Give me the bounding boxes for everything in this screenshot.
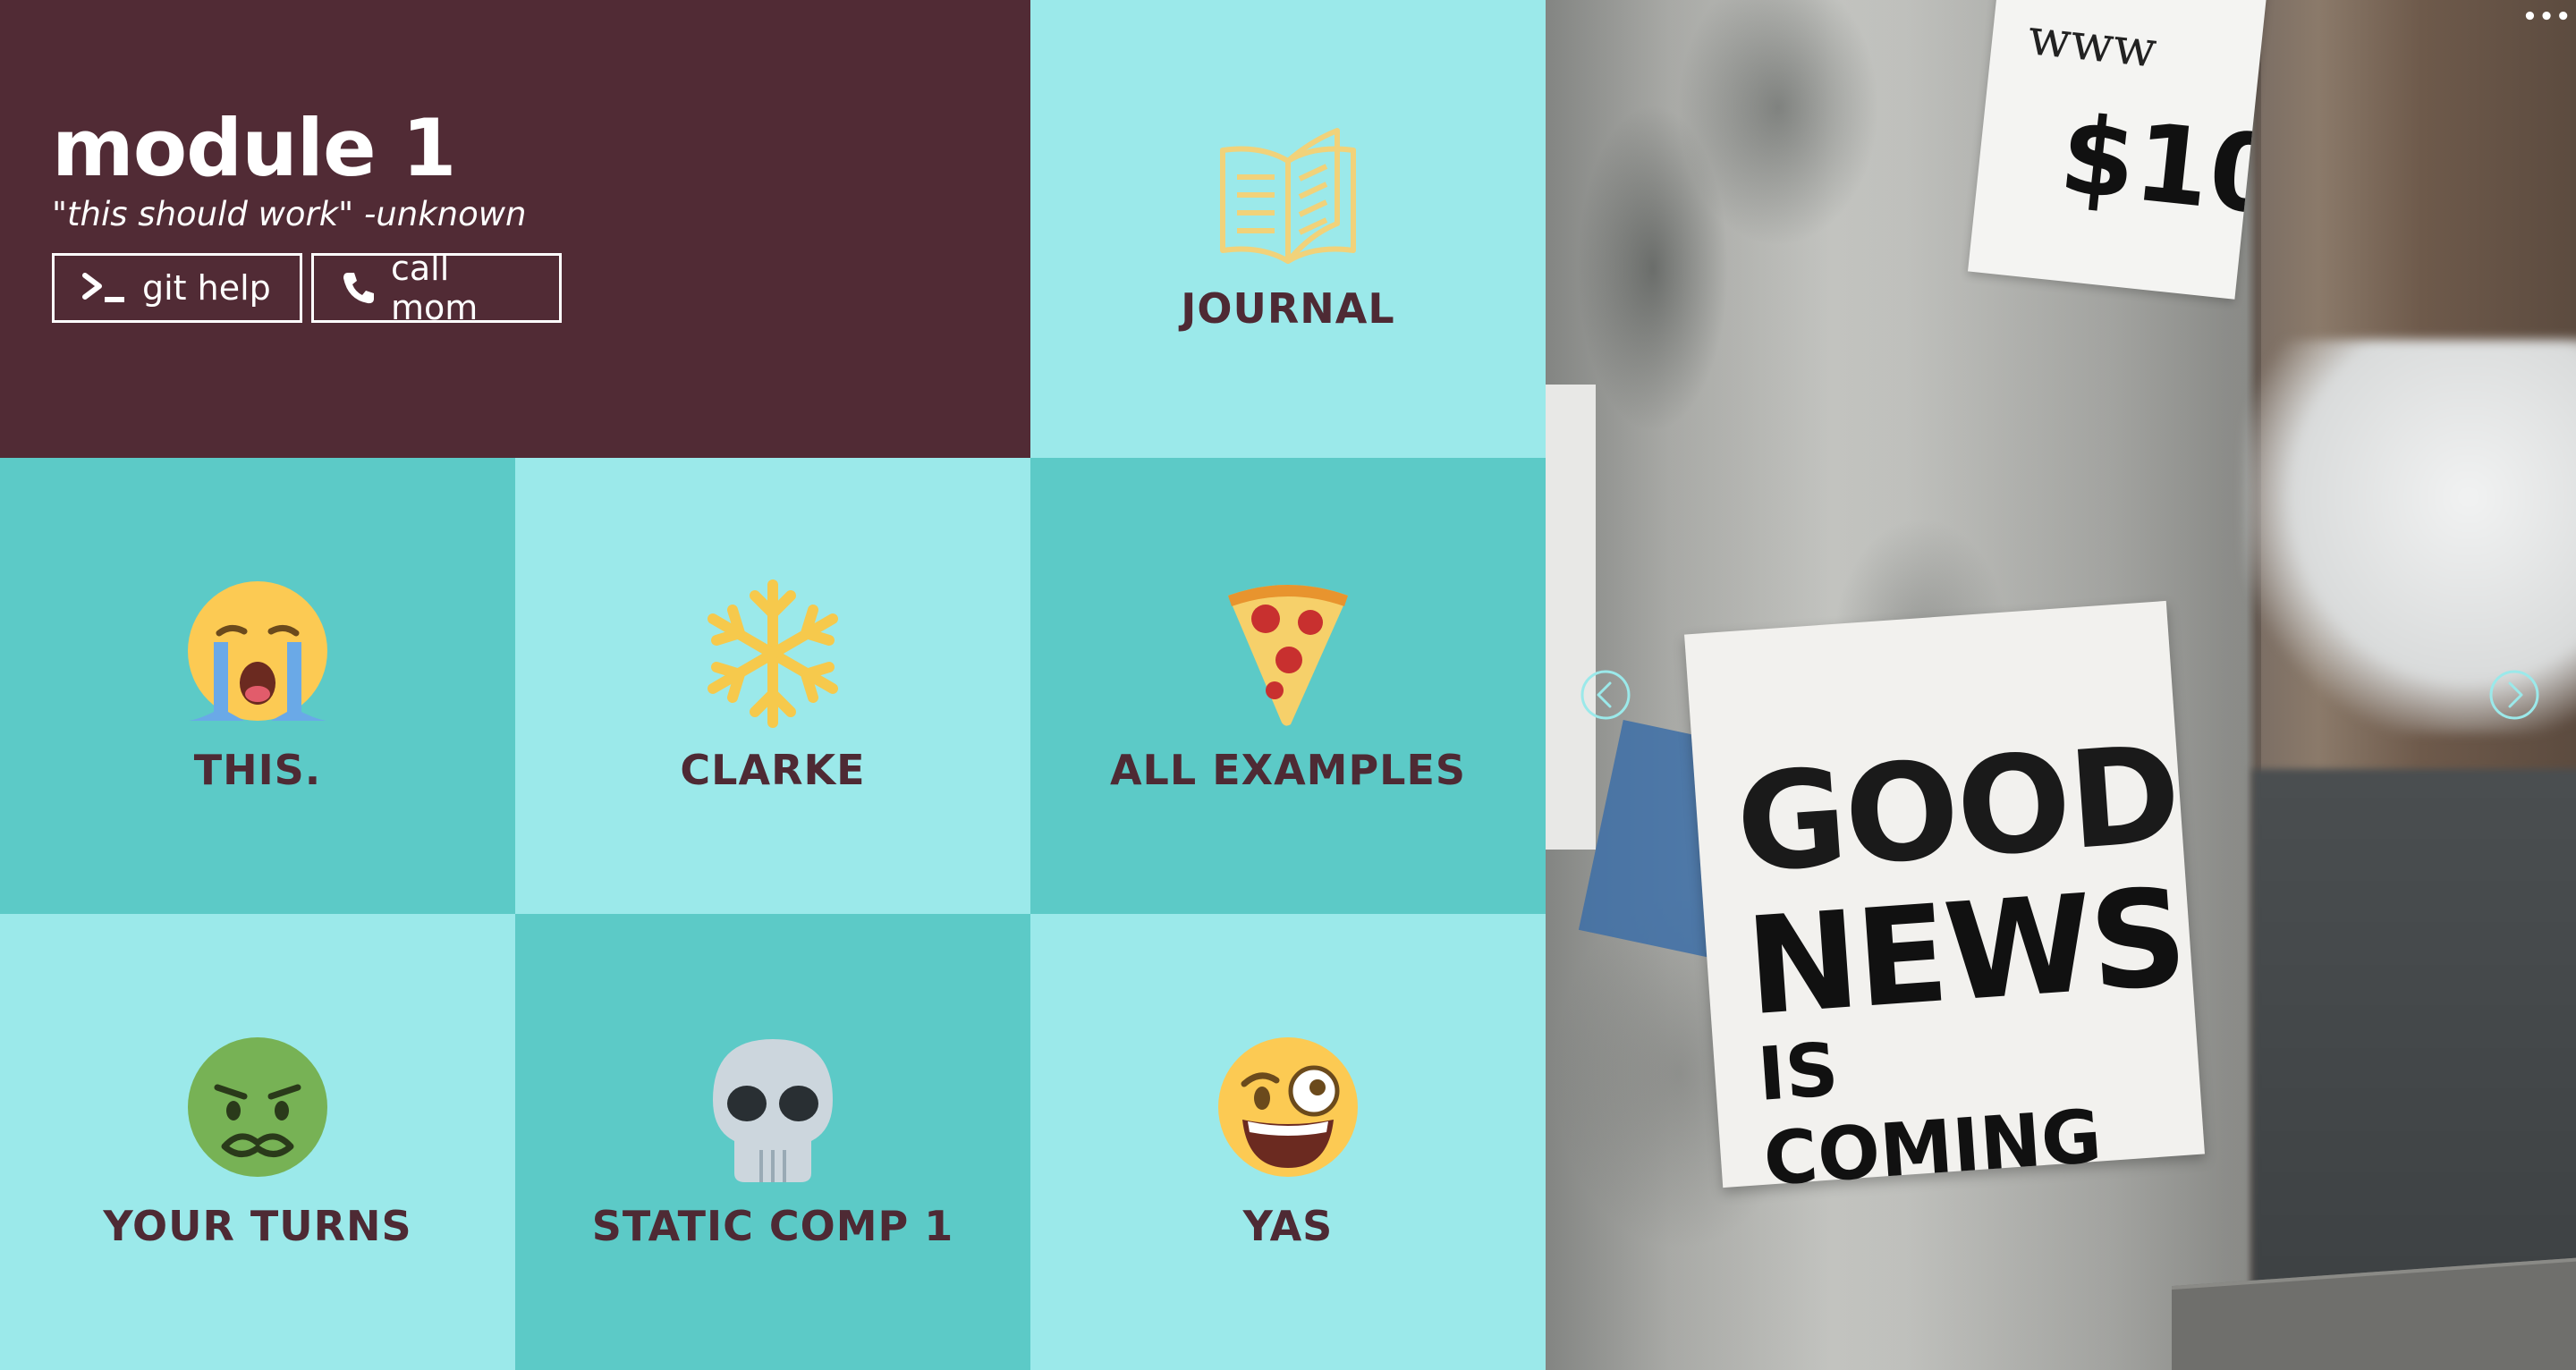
top-poster-text: www — [2025, 8, 2160, 80]
tile-clarke[interactable]: CLARKE — [515, 458, 1030, 914]
poster-line-3: IS COMING — [1755, 1027, 2105, 1203]
header-panel: module 1 "this should work" -unknown git… — [0, 0, 1030, 458]
tile-label: CLARKE — [680, 746, 866, 794]
zany-face-icon — [1212, 1034, 1364, 1189]
paper-scrap — [1546, 385, 1596, 850]
tile-your-turns[interactable]: YOUR TURNS — [0, 914, 515, 1370]
carousel-next-arrow-icon[interactable] — [2488, 669, 2540, 721]
skull-icon — [706, 1034, 840, 1189]
tile-yas[interactable]: YAS — [1030, 914, 1546, 1370]
top-poster-price: $10 — [2054, 92, 2268, 241]
tile-all-examples[interactable]: ALL EXAMPLES — [1030, 458, 1546, 914]
tile-label: JOURNAL — [1181, 284, 1395, 333]
call-mom-button[interactable]: call mom — [311, 249, 562, 327]
tile-label: THIS. — [193, 746, 322, 794]
nauseated-face-icon — [182, 1034, 334, 1189]
tile-label: YAS — [1242, 1202, 1334, 1250]
git-help-button[interactable]: git help — [52, 253, 302, 323]
good-news-poster: GOOD NEWS IS COMING — [1684, 600, 2205, 1203]
tile-label: YOUR TURNS — [103, 1202, 412, 1250]
crying-face-icon — [182, 578, 334, 733]
git-help-label: git help — [142, 268, 271, 308]
page-title: module 1 — [52, 102, 457, 194]
header-quote: "this should work" -unknown — [52, 195, 527, 233]
header-buttons: git help call mom — [52, 249, 1030, 327]
tile-label: ALL EXAMPLES — [1109, 746, 1467, 794]
terminal-icon — [81, 272, 128, 304]
call-mom-label: call mom — [391, 249, 479, 327]
snowflake-icon — [697, 578, 849, 733]
carousel-prev-arrow-icon[interactable] — [1580, 669, 1631, 721]
phone-icon — [341, 270, 377, 306]
tile-journal[interactable]: JOURNAL — [1030, 0, 1546, 458]
tile-static-comp-1[interactable]: STATIC COMP 1 — [515, 914, 1030, 1370]
top-poster: www $10 — [1968, 0, 2268, 300]
tile-this[interactable]: THIS. — [0, 458, 515, 914]
pizza-slice-icon — [1221, 578, 1355, 733]
menu-dots-icon[interactable]: ••• — [2522, 4, 2572, 30]
open-book-icon — [1212, 125, 1364, 272]
tile-label: STATIC COMP 1 — [591, 1202, 954, 1250]
photo-carousel: www $10 GOOD NEWS IS COMING ••• — [1546, 0, 2576, 1370]
